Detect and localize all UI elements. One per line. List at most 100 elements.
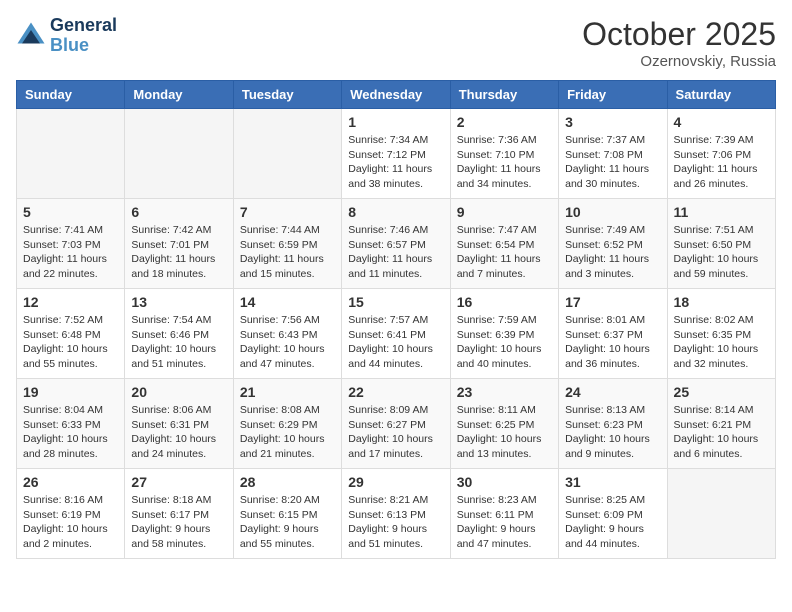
day-info: Sunrise: 8:11 AM Sunset: 6:25 PM Dayligh… bbox=[457, 403, 552, 462]
day-info: Sunrise: 7:57 AM Sunset: 6:41 PM Dayligh… bbox=[348, 313, 443, 372]
day-info: Sunrise: 8:02 AM Sunset: 6:35 PM Dayligh… bbox=[674, 313, 769, 372]
calendar-cell: 5Sunrise: 7:41 AM Sunset: 7:03 PM Daylig… bbox=[17, 199, 125, 289]
calendar-cell bbox=[233, 109, 341, 199]
calendar-cell: 2 Sunrise: 7:36 AM Sunset: 7:10 PM Daylig… bbox=[450, 109, 558, 199]
day-number: 17 bbox=[565, 294, 660, 310]
day-number: 28 bbox=[240, 474, 335, 490]
day-info: Sunrise: 7:37 AM Sunset: 7:08 PM Dayligh… bbox=[565, 133, 660, 192]
weekday-header-saturday: Saturday bbox=[667, 81, 775, 109]
weekday-header-sunday: Sunday bbox=[17, 81, 125, 109]
month-title: October 2025 bbox=[582, 16, 776, 53]
calendar-cell: 7Sunrise: 7:44 AM Sunset: 6:59 PM Daylig… bbox=[233, 199, 341, 289]
calendar-cell: 19 Sunrise: 8:04 AM Sunset: 6:33 PM Dayli… bbox=[17, 379, 125, 469]
day-number: 2 bbox=[457, 114, 552, 130]
calendar-cell: 25Sunrise: 8:14 AM Sunset: 6:21 PM Dayli… bbox=[667, 379, 775, 469]
week-row-4: 19 Sunrise: 8:04 AM Sunset: 6:33 PM Dayli… bbox=[17, 379, 776, 469]
weekday-header-tuesday: Tuesday bbox=[233, 81, 341, 109]
day-info: Sunrise: 7:36 AM Sunset: 7:10 PM Dayligh… bbox=[457, 133, 552, 192]
day-number: 12 bbox=[23, 294, 118, 310]
day-info: Sunrise: 7:39 AM Sunset: 7:06 PM Dayligh… bbox=[674, 133, 769, 192]
day-info: Sunrise: 7:56 AM Sunset: 6:43 PM Dayligh… bbox=[240, 313, 335, 372]
logo-text: General Blue bbox=[50, 16, 117, 56]
day-info: Sunrise: 7:51 AM Sunset: 6:50 PM Dayligh… bbox=[674, 223, 769, 282]
day-number: 31 bbox=[565, 474, 660, 490]
weekday-header-row: SundayMondayTuesdayWednesdayThursdayFrid… bbox=[17, 81, 776, 109]
calendar-cell: 6Sunrise: 7:42 AM Sunset: 7:01 PM Daylig… bbox=[125, 199, 233, 289]
day-number: 26 bbox=[23, 474, 118, 490]
day-info: Sunrise: 8:23 AM Sunset: 6:11 PM Dayligh… bbox=[457, 493, 552, 552]
day-info: Sunrise: 8:14 AM Sunset: 6:21 PM Dayligh… bbox=[674, 403, 769, 462]
day-number: 24 bbox=[565, 384, 660, 400]
day-number: 14 bbox=[240, 294, 335, 310]
week-row-2: 5Sunrise: 7:41 AM Sunset: 7:03 PM Daylig… bbox=[17, 199, 776, 289]
calendar-cell: 27Sunrise: 8:18 AM Sunset: 6:17 PM Dayli… bbox=[125, 469, 233, 559]
week-row-3: 12 Sunrise: 7:52 AM Sunset: 6:48 PM Dayli… bbox=[17, 289, 776, 379]
calendar-cell bbox=[125, 109, 233, 199]
calendar-cell: 23 Sunrise: 8:11 AM Sunset: 6:25 PM Dayli… bbox=[450, 379, 558, 469]
day-number: 21 bbox=[240, 384, 335, 400]
day-info: Sunrise: 8:09 AM Sunset: 6:27 PM Dayligh… bbox=[348, 403, 443, 462]
calendar-cell: 28Sunrise: 8:20 AM Sunset: 6:15 PM Dayli… bbox=[233, 469, 341, 559]
day-number: 10 bbox=[565, 204, 660, 220]
weekday-header-wednesday: Wednesday bbox=[342, 81, 450, 109]
calendar-table: SundayMondayTuesdayWednesdayThursdayFrid… bbox=[16, 80, 776, 559]
calendar-cell: 10 Sunrise: 7:49 AM Sunset: 6:52 PM Dayli… bbox=[559, 199, 667, 289]
calendar-cell: 13 Sunrise: 7:54 AM Sunset: 6:46 PM Dayli… bbox=[125, 289, 233, 379]
calendar-cell: 18Sunrise: 8:02 AM Sunset: 6:35 PM Dayli… bbox=[667, 289, 775, 379]
day-number: 23 bbox=[457, 384, 552, 400]
location: Ozernovskiy, Russia bbox=[582, 53, 776, 70]
day-info: Sunrise: 8:25 AM Sunset: 6:09 PM Dayligh… bbox=[565, 493, 660, 552]
calendar-cell bbox=[667, 469, 775, 559]
calendar-cell: 26 Sunrise: 8:16 AM Sunset: 6:19 PM Dayli… bbox=[17, 469, 125, 559]
day-number: 13 bbox=[131, 294, 226, 310]
day-info: Sunrise: 8:04 AM Sunset: 6:33 PM Dayligh… bbox=[23, 403, 118, 462]
calendar-cell: 24 Sunrise: 8:13 AM Sunset: 6:23 PM Dayli… bbox=[559, 379, 667, 469]
calendar-cell: 15 Sunrise: 7:57 AM Sunset: 6:41 PM Dayli… bbox=[342, 289, 450, 379]
day-info: Sunrise: 8:01 AM Sunset: 6:37 PM Dayligh… bbox=[565, 313, 660, 372]
day-info: Sunrise: 7:41 AM Sunset: 7:03 PM Dayligh… bbox=[23, 223, 118, 282]
day-info: Sunrise: 7:47 AM Sunset: 6:54 PM Dayligh… bbox=[457, 223, 552, 282]
day-number: 16 bbox=[457, 294, 552, 310]
day-number: 3 bbox=[565, 114, 660, 130]
day-number: 7 bbox=[240, 204, 335, 220]
day-info: Sunrise: 7:54 AM Sunset: 6:46 PM Dayligh… bbox=[131, 313, 226, 372]
calendar-cell: 14 Sunrise: 7:56 AM Sunset: 6:43 PM Dayli… bbox=[233, 289, 341, 379]
day-number: 4 bbox=[674, 114, 769, 130]
calendar-cell: 30Sunrise: 8:23 AM Sunset: 6:11 PM Dayli… bbox=[450, 469, 558, 559]
calendar-cell bbox=[17, 109, 125, 199]
title-block: October 2025 Ozernovskiy, Russia bbox=[582, 16, 776, 70]
day-number: 8 bbox=[348, 204, 443, 220]
calendar-cell: 22 Sunrise: 8:09 AM Sunset: 6:27 PM Dayli… bbox=[342, 379, 450, 469]
day-number: 15 bbox=[348, 294, 443, 310]
day-number: 29 bbox=[348, 474, 443, 490]
calendar-cell: 31 Sunrise: 8:25 AM Sunset: 6:09 PM Dayli… bbox=[559, 469, 667, 559]
calendar-cell: 17 Sunrise: 8:01 AM Sunset: 6:37 PM Dayli… bbox=[559, 289, 667, 379]
logo-icon bbox=[16, 21, 46, 51]
day-number: 19 bbox=[23, 384, 118, 400]
day-number: 22 bbox=[348, 384, 443, 400]
day-info: Sunrise: 7:59 AM Sunset: 6:39 PM Dayligh… bbox=[457, 313, 552, 372]
calendar-cell: 4 Sunrise: 7:39 AM Sunset: 7:06 PM Daylig… bbox=[667, 109, 775, 199]
page-header: General Blue October 2025 Ozernovskiy, R… bbox=[16, 16, 776, 70]
day-number: 27 bbox=[131, 474, 226, 490]
calendar-cell: 16 Sunrise: 7:59 AM Sunset: 6:39 PM Dayli… bbox=[450, 289, 558, 379]
day-info: Sunrise: 7:49 AM Sunset: 6:52 PM Dayligh… bbox=[565, 223, 660, 282]
calendar-cell: 9Sunrise: 7:47 AM Sunset: 6:54 PM Daylig… bbox=[450, 199, 558, 289]
calendar-cell: 12 Sunrise: 7:52 AM Sunset: 6:48 PM Dayli… bbox=[17, 289, 125, 379]
calendar-cell: 20Sunrise: 8:06 AM Sunset: 6:31 PM Dayli… bbox=[125, 379, 233, 469]
calendar-cell: 11Sunrise: 7:51 AM Sunset: 6:50 PM Dayli… bbox=[667, 199, 775, 289]
calendar-cell: 21Sunrise: 8:08 AM Sunset: 6:29 PM Dayli… bbox=[233, 379, 341, 469]
day-info: Sunrise: 7:46 AM Sunset: 6:57 PM Dayligh… bbox=[348, 223, 443, 282]
day-info: Sunrise: 7:34 AM Sunset: 7:12 PM Dayligh… bbox=[348, 133, 443, 192]
day-info: Sunrise: 7:52 AM Sunset: 6:48 PM Dayligh… bbox=[23, 313, 118, 372]
day-number: 1 bbox=[348, 114, 443, 130]
day-info: Sunrise: 8:13 AM Sunset: 6:23 PM Dayligh… bbox=[565, 403, 660, 462]
day-info: Sunrise: 7:42 AM Sunset: 7:01 PM Dayligh… bbox=[131, 223, 226, 282]
calendar-cell: 1 Sunrise: 7:34 AM Sunset: 7:12 PM Daylig… bbox=[342, 109, 450, 199]
weekday-header-friday: Friday bbox=[559, 81, 667, 109]
day-info: Sunrise: 8:16 AM Sunset: 6:19 PM Dayligh… bbox=[23, 493, 118, 552]
calendar-cell: 29Sunrise: 8:21 AM Sunset: 6:13 PM Dayli… bbox=[342, 469, 450, 559]
day-info: Sunrise: 8:06 AM Sunset: 6:31 PM Dayligh… bbox=[131, 403, 226, 462]
weekday-header-monday: Monday bbox=[125, 81, 233, 109]
logo: General Blue bbox=[16, 16, 117, 56]
